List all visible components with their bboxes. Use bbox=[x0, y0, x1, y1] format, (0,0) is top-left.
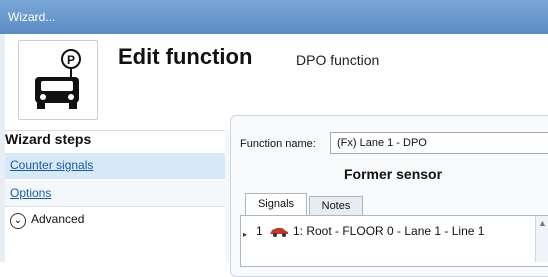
window-title: Wizard... bbox=[0, 0, 548, 34]
row-signal-path: 1: Root - FLOOR 0 - Lane 1 - Line 1 bbox=[293, 224, 485, 238]
function-name-label: Function name: bbox=[240, 138, 316, 150]
wizard-steps-panel: Wizard steps Counter signals Options ⌄ A… bbox=[5, 130, 225, 263]
step-options[interactable]: Options bbox=[5, 181, 225, 207]
tab-notes[interactable]: Notes bbox=[309, 196, 363, 215]
page-title: Edit function bbox=[118, 44, 253, 69]
function-type: DPO function bbox=[296, 52, 380, 68]
vertical-scrollbar[interactable]: ▲ bbox=[535, 216, 548, 262]
step-counter-signals[interactable]: Counter signals bbox=[5, 153, 225, 179]
function-name-input[interactable]: (Fx) Lane 1 - DPO bbox=[330, 132, 548, 154]
chevron-circle-down-icon[interactable]: ⌄ bbox=[10, 213, 26, 229]
svg-text:P: P bbox=[67, 53, 75, 67]
wizard-steps-heading: Wizard steps bbox=[5, 131, 92, 147]
scroll-up-icon[interactable]: ▲ bbox=[538, 218, 547, 228]
car-icon bbox=[269, 226, 289, 240]
row-indicator-icon: ▸ bbox=[243, 230, 248, 239]
row-index: 1 bbox=[256, 224, 263, 238]
signals-grid: ▸ 1 1: Root - FLOOR 0 - Lane 1 - Line 1 bbox=[240, 215, 548, 267]
group-title: Former sensor bbox=[344, 166, 443, 182]
advanced-label[interactable]: Advanced bbox=[31, 212, 84, 226]
tab-signals[interactable]: Signals bbox=[245, 193, 307, 216]
parking-car-icon: P bbox=[18, 40, 98, 120]
